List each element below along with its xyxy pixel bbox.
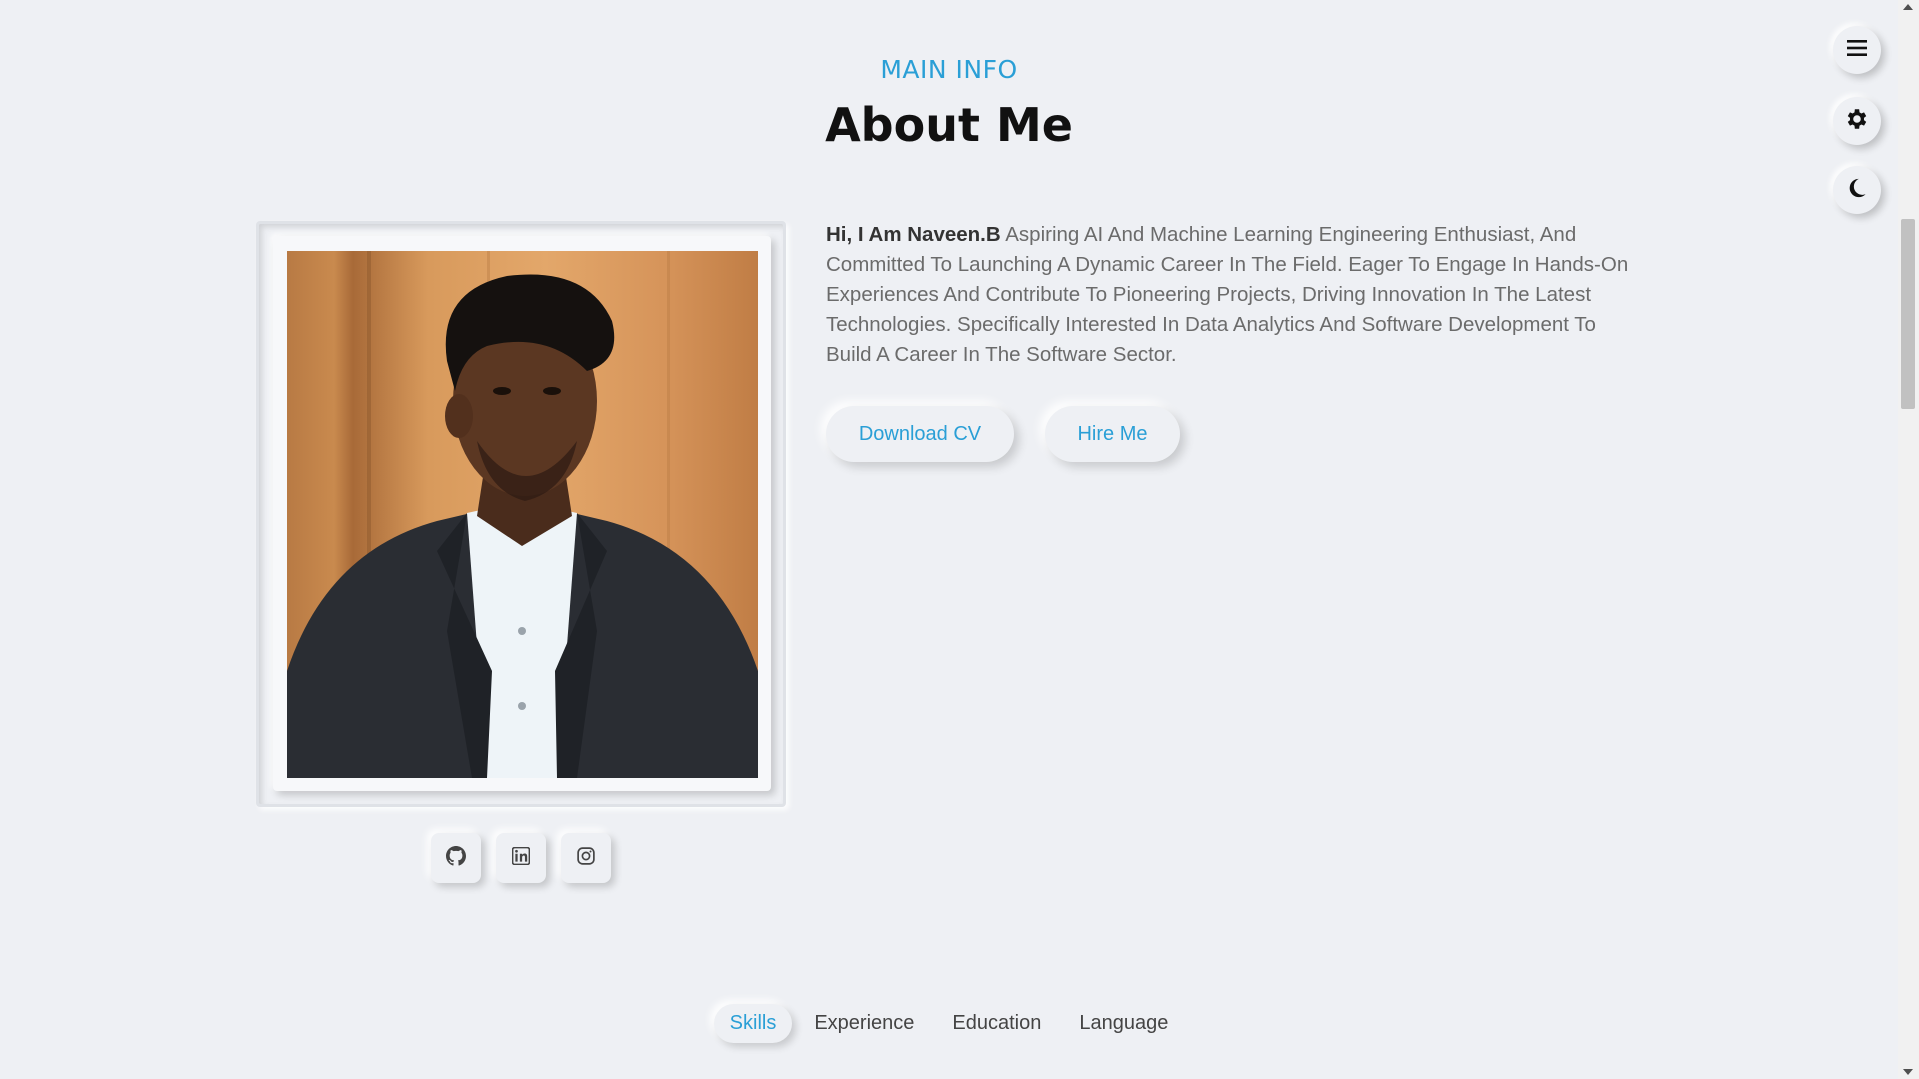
instagram-icon <box>577 847 595 869</box>
moon-icon <box>1846 177 1868 203</box>
download-cv-button[interactable]: Download CV <box>826 406 1014 462</box>
instagram-button[interactable] <box>561 833 611 883</box>
vertical-scrollbar[interactable] <box>1898 0 1919 1079</box>
profile-photo <box>287 251 758 778</box>
tab-skills[interactable]: Skills <box>713 1004 793 1043</box>
settings-button[interactable] <box>1833 97 1881 145</box>
section-subtitle: MAIN INFO <box>880 55 1018 84</box>
linkedin-button[interactable] <box>496 833 546 883</box>
tab-education[interactable]: Education <box>936 1004 1057 1043</box>
about-lead: Hi, I Am Naveen.B <box>826 223 1001 246</box>
scroll-thumb[interactable] <box>1901 219 1915 409</box>
menu-button[interactable] <box>1833 26 1881 74</box>
github-button[interactable] <box>431 833 481 883</box>
gear-icon <box>1844 106 1870 136</box>
hire-me-button[interactable]: Hire Me <box>1045 406 1180 462</box>
theme-toggle-button[interactable] <box>1833 166 1881 214</box>
tab-bar: Skills Experience Education Language <box>0 1004 1898 1043</box>
page-title: About Me <box>825 98 1073 152</box>
linkedin-icon <box>511 846 531 869</box>
github-icon <box>446 846 466 870</box>
tab-experience[interactable]: Experience <box>798 1004 930 1043</box>
scroll-down-icon[interactable] <box>1903 1069 1913 1075</box>
about-description: Hi, I Am Naveen.B Aspiring AI And Machin… <box>826 220 1646 370</box>
tab-language[interactable]: Language <box>1063 1004 1184 1043</box>
scroll-up-icon[interactable] <box>1903 4 1913 10</box>
menu-icon <box>1846 39 1868 61</box>
